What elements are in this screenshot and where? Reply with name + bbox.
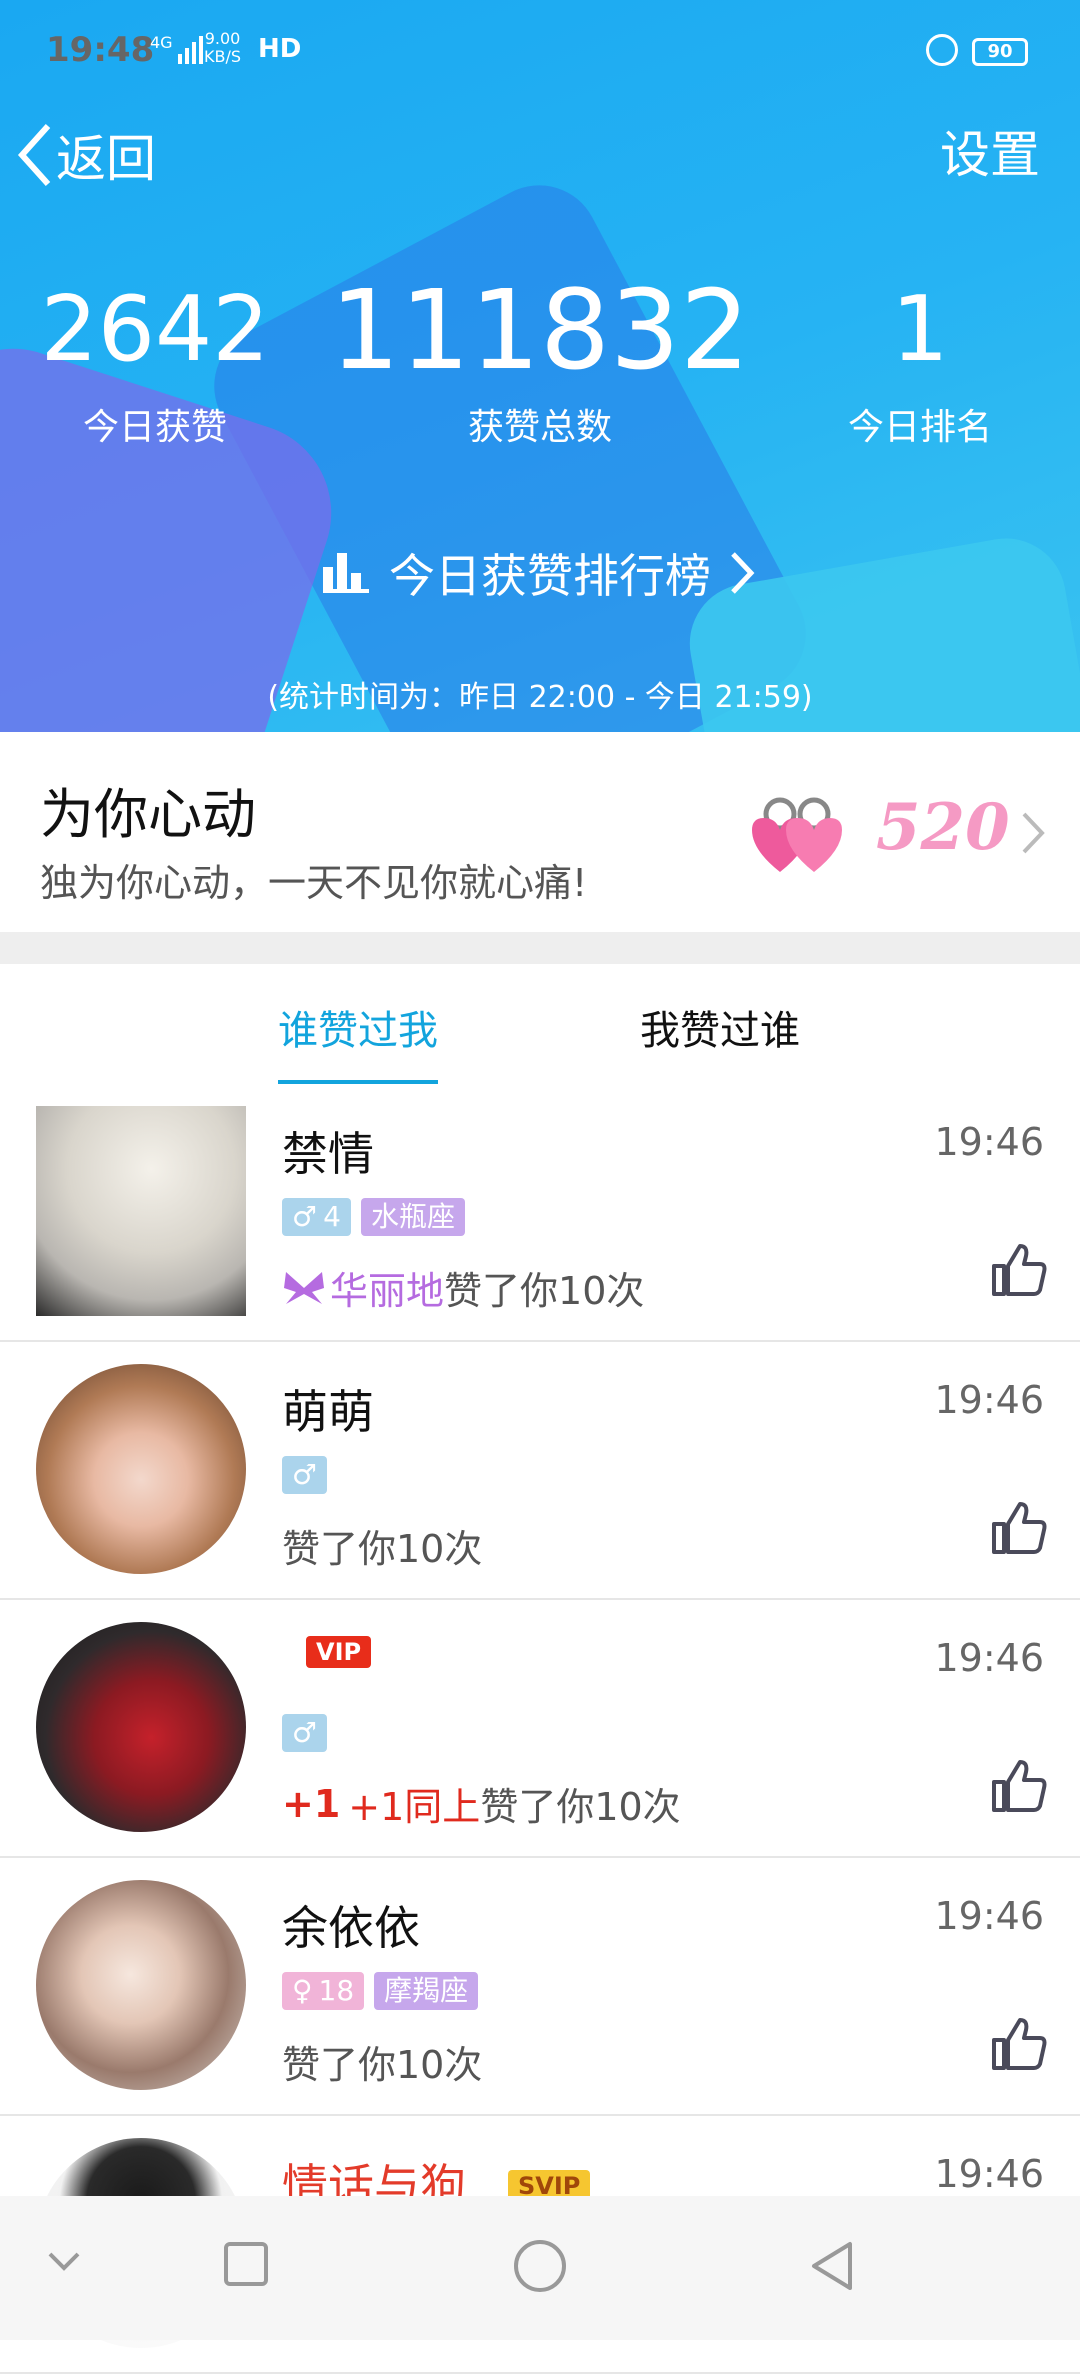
back-button[interactable]: 返回 — [16, 120, 156, 190]
tab-who-liked-me[interactable]: 谁赞过我 — [278, 998, 438, 1090]
like-summary: 华丽地 赞了你10次 — [282, 1260, 644, 1315]
female-icon: ♀ — [292, 1974, 313, 2007]
collapse-icon[interactable] — [44, 2240, 84, 2280]
recent-apps-icon[interactable] — [222, 2240, 270, 2288]
age-value: 4 — [323, 1200, 341, 1233]
home-icon[interactable] — [512, 2238, 568, 2294]
thumb-up-icon[interactable] — [988, 1498, 1048, 1558]
liked-text: 赞了你10次 — [480, 1785, 681, 1829]
stat-label: 今日排名 — [847, 407, 992, 448]
liked-text: 赞了你10次 — [282, 1527, 483, 1571]
chevron-left-icon — [17, 123, 51, 187]
status-bar: 19:48 4G 9.00 KB/S HD 90 — [0, 0, 1080, 80]
stat-label: 今日获赞 — [82, 407, 227, 448]
speed-value: 9.00 — [204, 29, 241, 48]
system-nav-bar — [0, 2196, 1080, 2340]
stat-value: 1 — [891, 277, 949, 382]
vip-badge: VIP — [306, 1636, 372, 1668]
tab-who-i-liked[interactable]: 我赞过谁 — [640, 998, 800, 1056]
liked-badge-text: 华丽地 — [330, 1269, 445, 1313]
banner-520-badge: 520 — [876, 790, 1010, 865]
stat-value: 111832 — [330, 266, 750, 394]
user-name: 萌萌 — [282, 1385, 374, 1439]
like-summary: 赞了你10次 — [282, 1518, 482, 1573]
stat-total-likes: 111832 获赞总数 — [330, 266, 750, 450]
chevron-right-icon — [1022, 812, 1045, 854]
heart-locks-icon — [752, 797, 842, 872]
user-tags: ♀ 18 摩羯座 — [282, 1972, 479, 2010]
user-tags: ♂ — [282, 1456, 328, 1494]
like-time: 19:46 — [934, 1636, 1044, 1680]
liked-text: 赞了你10次 — [282, 2043, 483, 2087]
battery-icon: 90 — [972, 38, 1028, 66]
user-tags: ♂ — [282, 1714, 328, 1752]
list-item[interactable]: 余依依 19:46 ♀ 18 摩羯座 赞了你10次 — [0, 1858, 1080, 2116]
butterfly-icon — [284, 1271, 324, 1304]
stat-today-rank: 1 今日排名 — [820, 280, 1020, 450]
liked-badge-text: +1同上 — [348, 1785, 481, 1829]
header-panel: 19:48 4G 9.00 KB/S HD 90 返回 设置 2642 今日获赞… — [0, 0, 1080, 732]
age-value: 18 — [318, 1974, 355, 2007]
speed-unit: KB/S — [204, 47, 242, 66]
zodiac-tag: 水瓶座 — [360, 1198, 465, 1236]
male-icon: ♂ — [282, 1714, 328, 1752]
stat-period: (统计时间为：昨日 22:00 - 今日 21:59) — [267, 680, 813, 715]
network-type: 4G — [150, 33, 173, 52]
avatar[interactable] — [36, 1622, 246, 1832]
back-label: 返回 — [56, 130, 156, 188]
user-tags: ♂ 4 水瓶座 — [282, 1198, 465, 1236]
stat-today-likes: 2642 今日获赞 — [40, 280, 270, 450]
thumb-up-icon[interactable] — [988, 1756, 1048, 1816]
bar-chart-icon — [323, 553, 369, 593]
chevron-right-icon — [731, 552, 755, 594]
list-item[interactable]: 禁情 19:46 ♂ 4 水瓶座 华丽地 赞了你10次 — [0, 1084, 1080, 1342]
banner-title: 为你心动 — [40, 783, 256, 846]
avatar[interactable] — [36, 1106, 246, 1316]
like-time: 19:46 — [934, 2152, 1044, 2196]
liked-text: 赞了你10次 — [444, 1269, 645, 1313]
male-icon: ♂ — [292, 1200, 318, 1233]
tab-bar: 谁赞过我 我赞过谁 — [0, 964, 1080, 1090]
like-time: 19:46 — [934, 1120, 1044, 1164]
list-item[interactable]: VIP 19:46 ♂ +1 +1同上 赞了你10次 — [0, 1600, 1080, 1858]
gender-age-tag: ♂ 4 — [282, 1198, 351, 1236]
like-summary: +1 +1同上 赞了你10次 — [282, 1776, 681, 1831]
section-divider — [0, 932, 1080, 964]
like-time: 19:46 — [934, 1894, 1044, 1938]
settings-button[interactable]: 设置 — [940, 120, 1040, 190]
male-icon: ♂ — [282, 1456, 328, 1494]
rotation-lock-icon — [926, 34, 958, 66]
like-time: 19:46 — [934, 1378, 1044, 1422]
avatar[interactable] — [36, 1364, 246, 1574]
zodiac-tag: 摩羯座 — [374, 1972, 479, 2010]
thumb-up-icon[interactable] — [988, 2014, 1048, 2074]
user-name: 余依依 — [282, 1901, 420, 1955]
thumb-up-icon[interactable] — [988, 1240, 1048, 1300]
promo-banner[interactable]: 为你心动 独为你心动，一天不见你就心痛! 520 — [0, 732, 1080, 932]
stat-label: 获赞总数 — [467, 407, 612, 448]
like-summary: 赞了你10次 — [282, 2034, 482, 2089]
avatar[interactable] — [36, 1880, 246, 2090]
stat-value: 2642 — [40, 277, 270, 382]
list-item[interactable]: 萌萌 19:46 ♂ 赞了你10次 — [0, 1342, 1080, 1600]
signal-icon — [178, 36, 203, 64]
back-icon[interactable] — [808, 2240, 856, 2292]
ranking-label: 今日获赞排行榜 — [389, 549, 711, 603]
net-speed: 9.00 KB/S — [204, 30, 241, 66]
banner-subtitle: 独为你心动，一天不见你就心痛! — [40, 861, 588, 905]
likes-list: 禁情 19:46 ♂ 4 水瓶座 华丽地 赞了你10次 萌萌 19:46 ♂ 赞… — [0, 1084, 1080, 2374]
user-name: 禁情 — [282, 1127, 374, 1181]
plus-one-badge: +1 — [282, 1781, 341, 1826]
ranking-link[interactable]: 今日获赞排行榜 — [0, 540, 1080, 606]
hd-indicator: HD — [258, 34, 302, 64]
gender-age-tag: ♀ 18 — [282, 1972, 365, 2010]
